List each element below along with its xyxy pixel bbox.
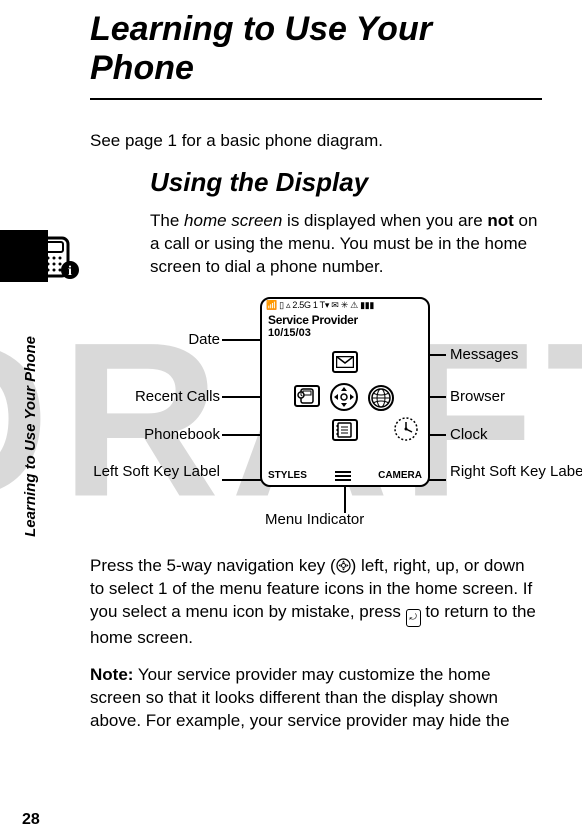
label-left-softkey: Left Soft Key Label: [80, 464, 220, 481]
softkey-row: STYLES CAMERA: [262, 467, 428, 485]
text-fragment: Your service provider may customize the …: [90, 665, 510, 730]
label-browser: Browser: [450, 389, 505, 406]
label-recent-calls: Recent Calls: [80, 389, 220, 406]
leader-line: [344, 483, 346, 513]
intro-paragraph: See page 1 for a basic phone diagram.: [90, 130, 542, 153]
label-clock: Clock: [450, 427, 488, 444]
phonebook-icon: [332, 419, 358, 441]
display-diagram: Date Recent Calls Phonebook Left Soft Ke…: [90, 297, 550, 537]
menu-indicator-icon: [335, 471, 351, 481]
right-softkey-label: CAMERA: [378, 470, 422, 481]
home-screen-paragraph: The home screen is displayed when you ar…: [150, 210, 542, 279]
nav-key-icon: [330, 383, 358, 411]
label-messages: Messages: [450, 347, 518, 364]
provider-text: Service Provider: [262, 313, 428, 327]
label-menu-indicator: Menu Indicator: [265, 512, 364, 529]
label-right-softkey: Right Soft Key Label: [450, 464, 582, 481]
section-heading: Using the Display: [150, 167, 542, 198]
browser-icon: [368, 385, 394, 411]
recent-calls-icon: [294, 385, 320, 407]
nav-paragraph: Press the 5-way navigation key () left, …: [90, 555, 542, 650]
note-label: Note:: [90, 665, 133, 684]
text-fragment: is displayed when you are: [282, 211, 487, 230]
bold-not: not: [487, 211, 513, 230]
left-softkey-label: STYLES: [268, 470, 307, 481]
nav-key-inline-icon: [336, 557, 351, 572]
label-phonebook: Phonebook: [80, 427, 220, 444]
note-paragraph: Note: Your service provider may customiz…: [90, 664, 542, 733]
messages-icon: [332, 351, 358, 373]
text-fragment: The: [150, 211, 184, 230]
date-text: 10/15/03: [262, 327, 428, 339]
label-date: Date: [80, 332, 220, 349]
chapter-title: Learning to Use Your Phone: [90, 10, 542, 100]
clock-icon: [392, 415, 420, 443]
text-fragment: Press the 5-way navigation key (: [90, 556, 336, 575]
term-home-screen: home screen: [184, 211, 282, 230]
phone-screen: 📶 ▯ ▵ 2.5G 1 T▾ ✉ ✳ ⚠ ▮▮▮ Service Provid…: [260, 297, 430, 487]
escape-key-inline-icon: ⤾: [406, 609, 421, 627]
page-number: 28: [22, 811, 40, 829]
status-bar: 📶 ▯ ▵ 2.5G 1 T▾ ✉ ✳ ⚠ ▮▮▮: [262, 299, 428, 313]
